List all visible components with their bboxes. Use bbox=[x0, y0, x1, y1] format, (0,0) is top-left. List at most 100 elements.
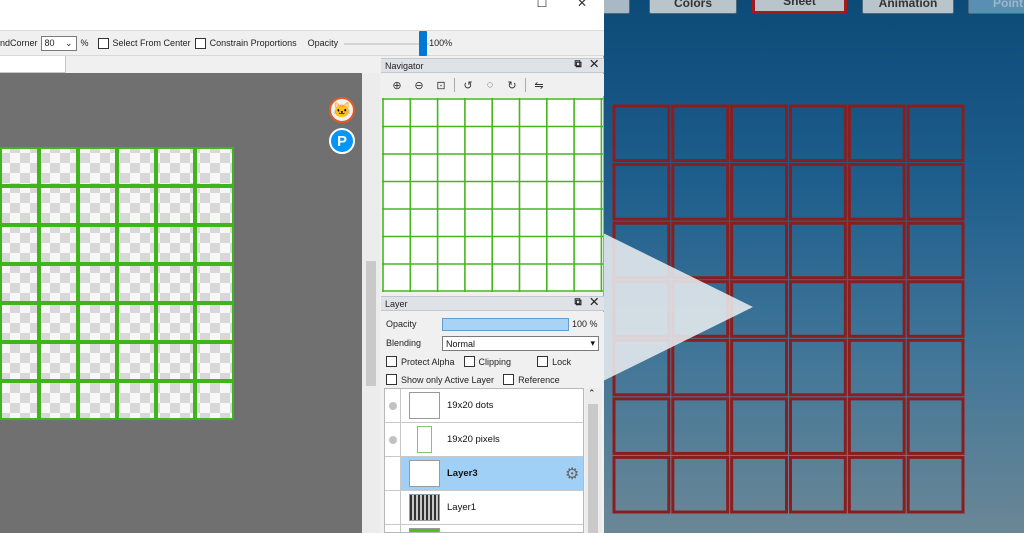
sprite-cell bbox=[671, 104, 730, 163]
sprite-cell bbox=[612, 163, 671, 221]
scrollbar-thumb[interactable] bbox=[366, 261, 376, 386]
layer-panel-buttons[interactable]: ⧉ ✕ bbox=[574, 297, 601, 308]
round-corner-select[interactable]: 80 ⌄ bbox=[40, 35, 77, 51]
zoom-out-icon[interactable]: ⊖ bbox=[408, 75, 430, 95]
sprite-cell bbox=[789, 338, 847, 397]
clipping-label: Clipping bbox=[478, 356, 512, 367]
screen: Colors Sheet Animation Point ☐ ✕ ndCorne… bbox=[0, 0, 1024, 533]
close-window-button[interactable]: ✕ bbox=[568, 0, 596, 12]
scrollbar-thumb[interactable] bbox=[588, 404, 598, 533]
canvas-tab-strip bbox=[0, 56, 66, 73]
maximize-button[interactable]: ☐ bbox=[528, 0, 556, 12]
layer-panel-title: Layer bbox=[385, 298, 408, 309]
select-from-center-checkbox[interactable] bbox=[97, 37, 109, 49]
layer-thumbnail bbox=[409, 460, 440, 487]
sprite-cell bbox=[847, 104, 906, 163]
layer-thumbnail bbox=[417, 426, 432, 453]
navigator-panel-buttons[interactable]: ⧉ ✕ bbox=[574, 59, 601, 70]
sprite-cell bbox=[847, 163, 906, 221]
layer-visibility-toggle[interactable] bbox=[385, 525, 401, 532]
layer-panel: Opacity 100 % Blending Normal ▾ Protect A… bbox=[381, 312, 604, 533]
navigator-panel-header: Navigator ⧉ ✕ bbox=[381, 58, 604, 73]
zoom-in-icon[interactable]: ⊕ bbox=[386, 75, 408, 95]
navigator-toolbar: ⊕ ⊖ ⊡ ↺ ◌ ↻ ⇋ bbox=[381, 74, 604, 96]
opacity-slider[interactable] bbox=[344, 30, 430, 56]
layer-name: Layer1 bbox=[447, 502, 477, 513]
rotate-left-icon[interactable]: ↺ bbox=[457, 75, 479, 95]
opacity-slider-thumb[interactable] bbox=[419, 30, 428, 56]
visibility-dot-icon bbox=[388, 401, 397, 410]
layer-opacity-slider[interactable] bbox=[442, 318, 569, 331]
chevron-down-icon: ▾ bbox=[590, 338, 595, 348]
fit-view-icon[interactable]: ⊡ bbox=[430, 75, 452, 95]
reference-label: Reference bbox=[518, 374, 560, 385]
scroll-up-icon[interactable]: ⌃ bbox=[588, 388, 596, 399]
sprite-cell bbox=[906, 338, 965, 397]
layer-visibility-toggle[interactable] bbox=[385, 389, 401, 422]
sprite-cell bbox=[671, 455, 730, 514]
layer-settings-gear-icon[interactable]: ⚙ bbox=[565, 464, 579, 484]
rotate-right-icon[interactable]: ↻ bbox=[501, 75, 523, 95]
layer-visibility-toggle[interactable] bbox=[385, 491, 401, 524]
reset-rotation-icon[interactable]: ◌ bbox=[479, 75, 501, 95]
sprite-cell bbox=[789, 397, 847, 455]
layer-visibility-toggle[interactable] bbox=[385, 423, 401, 456]
sprite-cell bbox=[847, 338, 906, 397]
layer-row-19x20-pixels[interactable]: 19x20 pixels bbox=[385, 423, 583, 457]
layer-thumbnail bbox=[409, 528, 440, 532]
bg-tab-sheet[interactable]: Sheet bbox=[752, 0, 847, 14]
layer-thumbnail bbox=[409, 392, 440, 419]
layer-list-scrollbar[interactable]: ⌃ bbox=[585, 388, 601, 533]
opacity-slider-track bbox=[344, 42, 430, 45]
bg-tab-point[interactable]: Point bbox=[968, 0, 1024, 14]
blending-row: Blending bbox=[386, 338, 421, 348]
bg-tab-animation[interactable]: Animation bbox=[862, 0, 954, 14]
visibility-dot-icon bbox=[388, 435, 397, 444]
play-icon[interactable] bbox=[603, 233, 755, 381]
sprite-cell bbox=[730, 397, 788, 455]
layer-panel-header: Layer ⧉ ✕ bbox=[381, 296, 604, 311]
layer-flags-row-1: Protect Alpha Clipping Lock bbox=[386, 356, 571, 367]
flip-horizontal-icon[interactable]: ⇋ bbox=[528, 75, 550, 95]
show-only-active-layer-checkbox[interactable] bbox=[386, 374, 397, 385]
sprite-cell bbox=[730, 455, 788, 514]
pixiv-p-icon[interactable]: P bbox=[329, 128, 355, 154]
layer-flags-row-2: Show only Active Layer Reference bbox=[386, 374, 560, 385]
layer-row-layer1[interactable]: Layer1 bbox=[385, 491, 583, 525]
document-canvas[interactable] bbox=[0, 73, 362, 533]
lock-label: Lock bbox=[552, 356, 572, 367]
round-corner-label: ndCorner bbox=[0, 38, 38, 48]
navigator-preview[interactable] bbox=[382, 98, 603, 292]
blending-select[interactable]: Normal ▾ bbox=[442, 336, 599, 351]
layer-opacity-label: Opacity bbox=[386, 319, 417, 329]
sprite-cell bbox=[847, 455, 906, 514]
chevron-down-icon: ⌄ bbox=[64, 37, 73, 48]
reference-checkbox[interactable] bbox=[503, 374, 515, 385]
layer-row-19x20-dots[interactable]: 19x20 dots bbox=[385, 389, 583, 423]
sprite-cell bbox=[789, 163, 847, 221]
layer-row-partial[interactable] bbox=[385, 525, 583, 532]
sprite-cell bbox=[730, 104, 788, 163]
opacity-value: 100% bbox=[429, 38, 453, 48]
sprite-cell bbox=[906, 397, 965, 455]
bg-tab-colors[interactable]: Colors bbox=[649, 0, 737, 14]
sprite-cell bbox=[612, 455, 671, 514]
protect-alpha-checkbox[interactable] bbox=[386, 356, 397, 367]
layer-opacity-value: 100 % bbox=[572, 319, 598, 329]
sprite-cell bbox=[789, 221, 847, 280]
sprite-cell bbox=[847, 397, 906, 455]
layer-row-layer3[interactable]: Layer3 ⚙ bbox=[385, 457, 583, 491]
navigator-title: Navigator bbox=[385, 60, 424, 71]
canvas-vertical-scrollbar[interactable] bbox=[362, 73, 380, 533]
lock-checkbox[interactable] bbox=[537, 356, 549, 367]
toolbar-divider bbox=[454, 78, 455, 92]
clipping-checkbox[interactable] bbox=[463, 356, 475, 367]
layer-name: Layer3 bbox=[447, 468, 478, 479]
constrain-proportions-checkbox[interactable] bbox=[194, 37, 206, 49]
sprite-cell bbox=[906, 455, 965, 514]
mascot-icon[interactable]: 🐱 bbox=[329, 97, 355, 123]
sprite-cell bbox=[789, 104, 847, 163]
sprite-cell bbox=[847, 221, 906, 280]
layer-thumbnail bbox=[409, 494, 440, 521]
layer-visibility-toggle[interactable] bbox=[385, 457, 401, 490]
